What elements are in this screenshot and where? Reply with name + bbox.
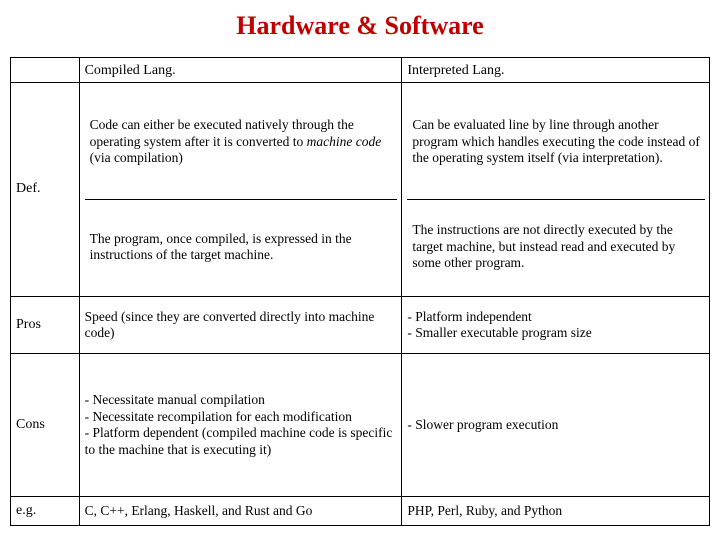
split-table-def-interpreted: Can be evaluated line by line through an… xyxy=(407,85,705,294)
header-cell-blank xyxy=(10,57,80,83)
table-row-cons: Cons - Necessitate manual compilation - … xyxy=(10,353,710,497)
table-row-eg: e.g. C, C++, Erlang, Haskell, and Rust a… xyxy=(10,496,710,526)
slide-canvas: Hardware & Software Compiled Lang. Inter… xyxy=(0,0,720,540)
table-row-def: Def. Code can either be executed nativel… xyxy=(10,82,710,297)
cell-cons-compiled: - Necessitate manual compilation - Neces… xyxy=(78,353,403,497)
comparison-table: Compiled Lang. Interpreted Lang. Def. Co… xyxy=(10,57,710,526)
table-header-row: Compiled Lang. Interpreted Lang. xyxy=(10,57,710,83)
cell-pros-interpreted: - Platform independent - Smaller executa… xyxy=(401,296,710,354)
cell-cons-interpreted: - Slower program execution xyxy=(401,353,710,497)
cell-def-interpreted-part1: Can be evaluated line by line through an… xyxy=(407,85,705,200)
header-cell-interpreted: Interpreted Lang. xyxy=(401,57,710,83)
def-compiled-text-b: (via compilation) xyxy=(89,150,183,166)
page-title: Hardware & Software xyxy=(236,11,484,40)
cell-eg-compiled: C, C++, Erlang, Haskell, and Rust and Go xyxy=(78,496,403,526)
cell-pros-compiled: Speed (since they are converted directly… xyxy=(78,296,403,354)
split-table-def-compiled: Code can either be executed natively thr… xyxy=(84,85,398,294)
cell-def-interpreted: Can be evaluated line by line through an… xyxy=(401,82,710,297)
def-compiled-text-italic: machine code xyxy=(306,133,382,149)
table-row-pros: Pros Speed (since they are converted dir… xyxy=(10,296,710,354)
row-label-eg: e.g. xyxy=(10,496,80,526)
cell-def-compiled-part1: Code can either be executed natively thr… xyxy=(84,85,398,200)
header-cell-compiled: Compiled Lang. xyxy=(78,57,403,83)
cell-eg-interpreted: PHP, Perl, Ruby, and Python xyxy=(401,496,710,526)
row-label-def: Def. xyxy=(10,82,80,297)
row-label-cons: Cons xyxy=(10,353,80,497)
cell-def-compiled: Code can either be executed natively thr… xyxy=(78,82,403,297)
row-label-pros: Pros xyxy=(10,296,80,354)
cell-def-compiled-part2: The program, once compiled, is expressed… xyxy=(89,230,352,263)
cell-def-interpreted-part2: The instructions are not directly execut… xyxy=(412,222,676,271)
